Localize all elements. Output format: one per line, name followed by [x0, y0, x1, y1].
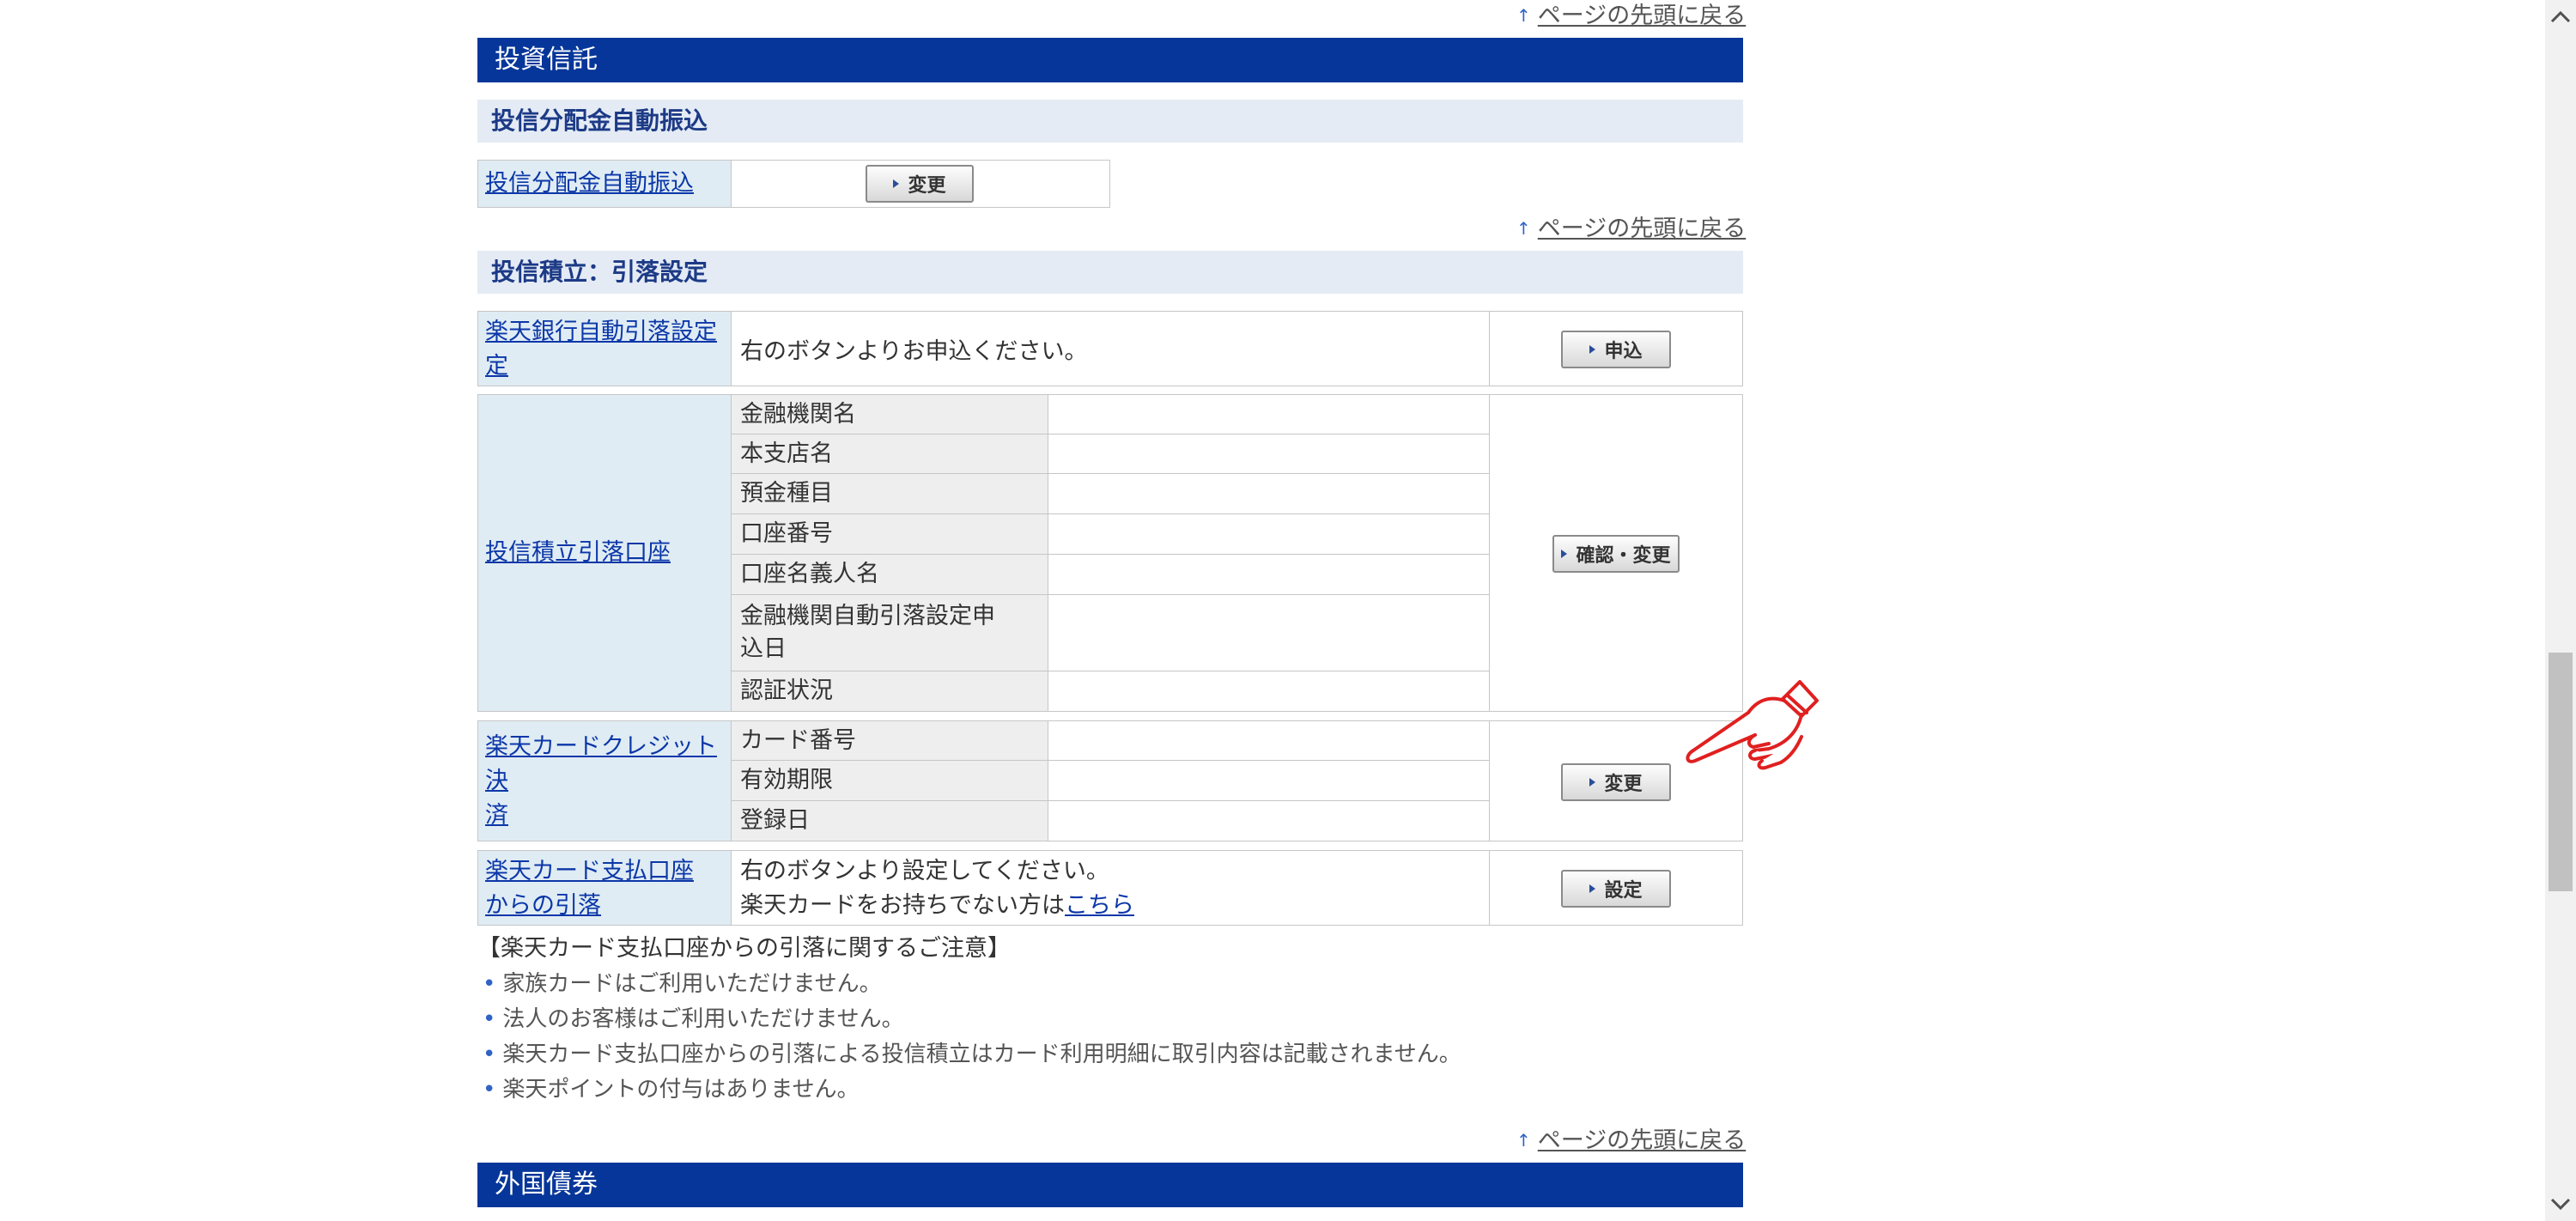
field-expiry: 有効期限 [731, 760, 1048, 801]
back-to-top-link[interactable]: ↑ ページの先頭に戻る [1516, 0, 1746, 30]
section-header-foreign-bonds: 外国債券 [477, 1163, 1743, 1207]
card-change-button[interactable]: 変更 [1561, 763, 1671, 801]
value-branch-name [1048, 434, 1490, 474]
bank-debit-apply-button[interactable]: 申込 [1561, 331, 1671, 368]
account-confirm-change-button[interactable]: 確認・変更 [1552, 535, 1680, 573]
distribution-label-cell: 投信分配金自動振込 [477, 160, 732, 208]
back-to-top-link[interactable]: ↑ ページの先頭に戻る [1516, 210, 1746, 243]
card-account-link[interactable]: 楽天カード支払口座 からの引落 [485, 858, 694, 919]
bullet-icon: • [483, 971, 496, 997]
field-auto-debit-date: 金融機関自動引落設定申 込日 [731, 594, 1048, 671]
subsection-header-distribution: 投信分配金自動振込 [477, 100, 1743, 143]
section-header-investment-trust: 投資信託 [477, 38, 1743, 82]
back-to-top-link[interactable]: ↑ ページの先頭に戻る [1516, 1121, 1746, 1155]
triangle-right-icon [1561, 550, 1568, 558]
field-branch-name: 本支店名 [731, 434, 1048, 474]
bullet-icon: • [483, 1077, 496, 1103]
field-deposit-type: 預金種目 [731, 473, 1048, 514]
value-registered-date [1048, 800, 1490, 841]
triangle-right-icon [1589, 884, 1596, 893]
field-account-holder: 口座名義人名 [731, 554, 1048, 595]
list-item: • 法人のお客様はご利用いただけません。 [483, 1006, 904, 1032]
pointing-hand-icon [1686, 680, 1819, 770]
up-arrow-icon: ↑ [1516, 218, 1531, 239]
here-link[interactable]: こちら [1065, 892, 1134, 919]
list-item: • 楽天カード支払口座からの引落による投信積立はカード利用明細に取引内容は記載され… [483, 1042, 1461, 1067]
card-account-setting-button[interactable]: 設定 [1561, 870, 1671, 908]
notes-title: 【楽天カード支払口座からの引落に関するご注意】 [477, 935, 1011, 962]
notes-list: • 家族カードはご利用いただけません。 • 法人のお客様はご利用いただけません。 •… [483, 967, 1461, 1108]
triangle-right-icon [1589, 345, 1596, 354]
card-account-text-cell: 右のボタンより設定してください。 楽天カードをお持ちでない方はこちら [731, 850, 1490, 926]
value-bank-name [1048, 394, 1490, 434]
field-account-number: 口座番号 [731, 513, 1048, 555]
account-link[interactable]: 投信積立引落口座 [485, 536, 671, 570]
value-auto-debit-date [1048, 594, 1490, 671]
card-label-cell: 楽天カードクレジット決済 [477, 720, 732, 841]
value-expiry [1048, 760, 1490, 801]
value-auth-status [1048, 671, 1490, 712]
list-item: • 楽天ポイントの付与はありません。 [483, 1077, 860, 1103]
value-deposit-type [1048, 473, 1490, 514]
account-label-cell: 投信積立引落口座 [477, 394, 732, 712]
field-card-number: カード番号 [731, 720, 1048, 761]
value-account-holder [1048, 554, 1490, 595]
up-arrow-icon: ↑ [1516, 1130, 1531, 1151]
triangle-right-icon [1589, 778, 1596, 787]
scrollbar-thumb[interactable] [2549, 653, 2573, 891]
value-card-number [1048, 720, 1490, 761]
scroll-down-icon[interactable] [2545, 1188, 2576, 1219]
bullet-icon: • [483, 1006, 496, 1032]
list-item: • 家族カードはご利用いただけません。 [483, 971, 882, 997]
distribution-link[interactable]: 投信分配金自動振込 [485, 167, 694, 201]
value-account-number [1048, 513, 1490, 555]
field-registered-date: 登録日 [731, 800, 1048, 841]
bullet-icon: • [483, 1042, 496, 1067]
distribution-change-button[interactable]: 変更 [866, 165, 974, 203]
bank-debit-label-cell: 楽天銀行自動引落設定定 [477, 311, 732, 386]
subsection-header-tsumitate: 投信積立：引落設定 [477, 251, 1743, 294]
vertical-scrollbar[interactable] [2545, 0, 2576, 1221]
scroll-up-icon[interactable] [2545, 2, 2576, 33]
field-bank-name: 金融機関名 [731, 394, 1048, 434]
bank-debit-link[interactable]: 楽天銀行自動引落設定定 [485, 319, 717, 380]
triangle-right-icon [893, 179, 900, 188]
up-arrow-icon: ↑ [1516, 5, 1531, 26]
field-auth-status: 認証状況 [731, 671, 1048, 712]
bank-debit-text-cell: 右のボタンよりお申込ください。 [731, 311, 1490, 386]
card-credit-link[interactable]: 楽天カードクレジット決済 [485, 730, 724, 833]
card-account-label-cell: 楽天カード支払口座 からの引落 [477, 850, 732, 926]
